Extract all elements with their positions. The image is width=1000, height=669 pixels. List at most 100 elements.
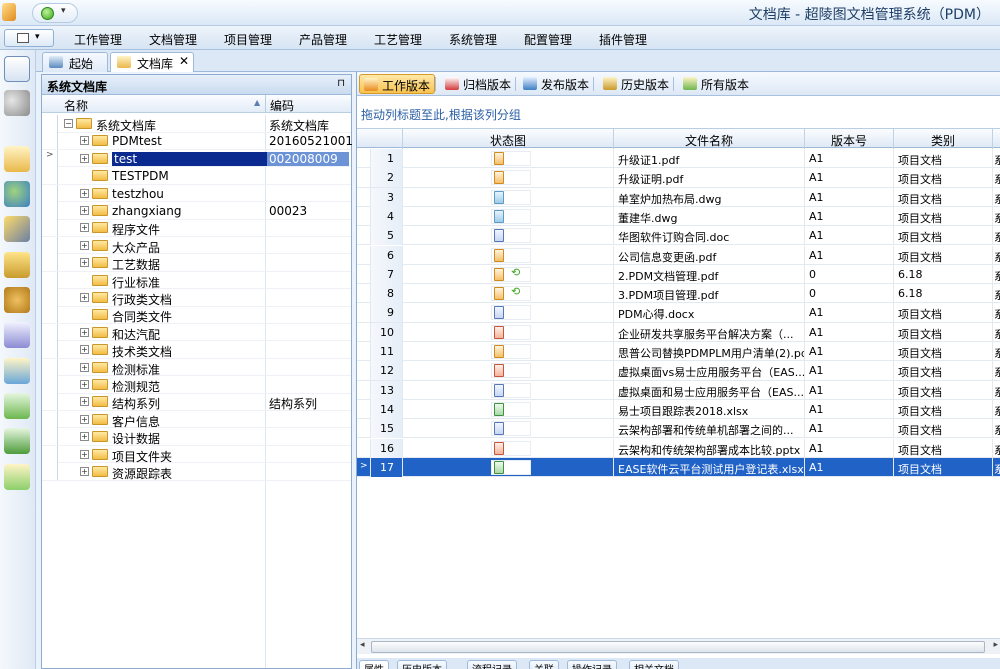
filename-cell[interactable]: PDM心得.docx: [614, 303, 805, 323]
filename-cell[interactable]: 企业研发共享服务平台解决方案（...: [614, 322, 805, 342]
table-row[interactable]: 5 华图软件订购合同.docA1项目文档系: [357, 226, 1000, 246]
grid-view-icon[interactable]: [4, 56, 30, 82]
category-cell[interactable]: 6.18: [894, 284, 993, 304]
column-header-filename[interactable]: 文件名称: [614, 129, 805, 149]
filename-cell[interactable]: 3.PDM项目管理.pdf: [614, 284, 805, 304]
filename-cell[interactable]: 公司信息变更函.pdf: [614, 245, 805, 265]
archive-version-button[interactable]: 归档版本: [441, 74, 515, 94]
version-cell[interactable]: A1: [805, 457, 894, 477]
tab-document-library[interactable]: 文档库 ✕: [110, 52, 194, 72]
chevron-down-icon[interactable]: ▾: [61, 6, 66, 16]
tree-row[interactable]: + 客户信息: [42, 410, 351, 429]
overflow-cell[interactable]: 系: [993, 342, 1000, 361]
category-cell[interactable]: 项目文档: [894, 206, 993, 226]
category-cell[interactable]: 项目文档: [894, 149, 993, 168]
overflow-cell[interactable]: 系: [993, 149, 1000, 168]
column-header-overflow[interactable]: [993, 129, 1000, 149]
tab-properties[interactable]: 属性: [359, 660, 389, 669]
overflow-cell[interactable]: 系: [993, 439, 1000, 458]
overflow-cell[interactable]: 系: [993, 361, 1000, 380]
overflow-cell[interactable]: 系: [993, 246, 1000, 265]
expand-icon[interactable]: +: [80, 467, 89, 476]
version-cell[interactable]: 0: [805, 264, 894, 284]
version-cell[interactable]: A1: [805, 342, 894, 361]
table-row[interactable]: 14 易士项目跟踪表2018.xlsxA1项目文档系: [357, 399, 1000, 420]
category-cell[interactable]: 项目文档: [894, 168, 993, 188]
menu-process[interactable]: 工艺管理: [374, 31, 422, 48]
category-cell[interactable]: 项目文档: [894, 342, 993, 361]
tree-row[interactable]: 行业标准: [42, 271, 351, 290]
table-row[interactable]: 2 升级证明.pdfA1项目文档系: [357, 168, 1000, 188]
filename-cell[interactable]: 云架构部署和传统单机部署之间的...: [614, 419, 805, 439]
expand-icon[interactable]: +: [80, 327, 89, 337]
column-header-name[interactable]: 名称: [64, 97, 88, 114]
expand-icon[interactable]: +: [80, 136, 89, 146]
status-cell[interactable]: [403, 361, 614, 381]
table-row[interactable]: 12 虚拟桌面vs易士应用服务平台（EAS...A1项目文档系: [357, 361, 1000, 381]
expand-icon[interactable]: +: [80, 223, 89, 233]
status-cell[interactable]: [403, 419, 614, 439]
menu-projects[interactable]: 项目管理: [224, 31, 272, 48]
group-by-hint[interactable]: 拖动列标题至此,根据该列分组: [361, 106, 521, 123]
overflow-cell[interactable]: 系: [993, 323, 1000, 342]
close-icon[interactable]: ✕: [179, 54, 189, 68]
table-row[interactable]: 6 公司信息变更函.pdfA1项目文档系: [357, 245, 1000, 265]
tab-related-documents[interactable]: 相关文档: [629, 660, 679, 669]
expand-icon[interactable]: +: [80, 258, 89, 268]
filename-cell[interactable]: 单室炉加热布局.dwg: [614, 187, 805, 207]
expand-icon[interactable]: +: [80, 345, 89, 355]
version-cell[interactable]: A1: [805, 322, 894, 342]
filename-cell[interactable]: 升级证1.pdf: [614, 149, 805, 168]
status-cell[interactable]: [403, 187, 614, 207]
column-header-version[interactable]: 版本号: [805, 129, 894, 149]
overflow-cell[interactable]: 系: [993, 458, 1000, 477]
menu-products[interactable]: 产品管理: [299, 31, 347, 48]
overflow-cell[interactable]: 系: [993, 303, 1000, 322]
tab-start-page[interactable]: 起始页: [42, 52, 108, 88]
expand-icon[interactable]: +: [80, 153, 89, 163]
scroll-right-icon[interactable]: ▸: [993, 640, 998, 650]
version-cell[interactable]: A1: [805, 245, 894, 265]
expand-icon[interactable]: +: [80, 397, 89, 407]
tree-row[interactable]: + 检测标准: [42, 358, 351, 377]
version-cell[interactable]: A1: [805, 168, 894, 188]
expand-icon[interactable]: +: [80, 362, 89, 372]
filename-cell[interactable]: 思普公司替换PDMPLM用户清单(2).pdf: [614, 342, 805, 361]
export-document-icon[interactable]: [4, 358, 30, 384]
tree-row[interactable]: + 项目文件夹: [42, 445, 351, 464]
table-row[interactable]: 16 云架构和传统架构部署成本比较.pptxA1项目文档系: [357, 438, 1000, 458]
table-row[interactable]: 15 云架构部署和传统单机部署之间的...A1项目文档系: [357, 419, 1000, 439]
document-icon[interactable]: [4, 146, 30, 172]
category-cell[interactable]: 项目文档: [894, 226, 993, 246]
pdm-logo-icon[interactable]: [4, 322, 30, 348]
tab-relations[interactable]: 关联: [529, 660, 559, 669]
table-row[interactable]: 1 升级证1.pdfA1项目文档系: [357, 149, 1000, 169]
category-cell[interactable]: 项目文档: [894, 399, 993, 419]
tree-row[interactable]: + 工艺数据: [42, 254, 351, 272]
tab-version-history[interactable]: 历史版本: [397, 660, 447, 669]
tree-row[interactable]: + 技术类文档: [42, 341, 351, 359]
version-cell[interactable]: A1: [805, 206, 894, 226]
app-logo-icon[interactable]: [2, 3, 16, 21]
overflow-cell[interactable]: 系: [993, 188, 1000, 207]
category-cell[interactable]: 项目文档: [894, 457, 993, 477]
category-cell[interactable]: 项目文档: [894, 322, 993, 342]
column-divider[interactable]: [265, 95, 266, 113]
collapse-icon[interactable]: −: [64, 119, 73, 128]
version-cell[interactable]: A1: [805, 438, 894, 458]
overflow-cell[interactable]: 系: [993, 226, 1000, 245]
tree-row[interactable]: + 和达汽配: [42, 323, 351, 342]
filename-cell[interactable]: 升级证明.pdf: [614, 168, 805, 188]
category-cell[interactable]: 项目文档: [894, 361, 993, 381]
tree-row[interactable]: + 行政类文档: [42, 289, 351, 307]
tree-row[interactable]: + PDMtest 20160521001: [42, 132, 353, 150]
table-row[interactable]: 3 单室炉加热布局.dwgA1项目文档系: [357, 187, 1000, 207]
mail-receive-icon[interactable]: [4, 428, 30, 454]
menu-system[interactable]: 系统管理: [449, 31, 497, 48]
category-cell[interactable]: 项目文档: [894, 380, 993, 400]
status-cell[interactable]: [403, 226, 614, 246]
quick-access-toolbar[interactable]: ▾: [32, 3, 78, 23]
filename-cell[interactable]: 虚拟桌面和易士应用服务平台（EAS...: [614, 380, 805, 400]
expand-icon[interactable]: +: [80, 380, 89, 389]
status-cell[interactable]: [403, 342, 614, 361]
